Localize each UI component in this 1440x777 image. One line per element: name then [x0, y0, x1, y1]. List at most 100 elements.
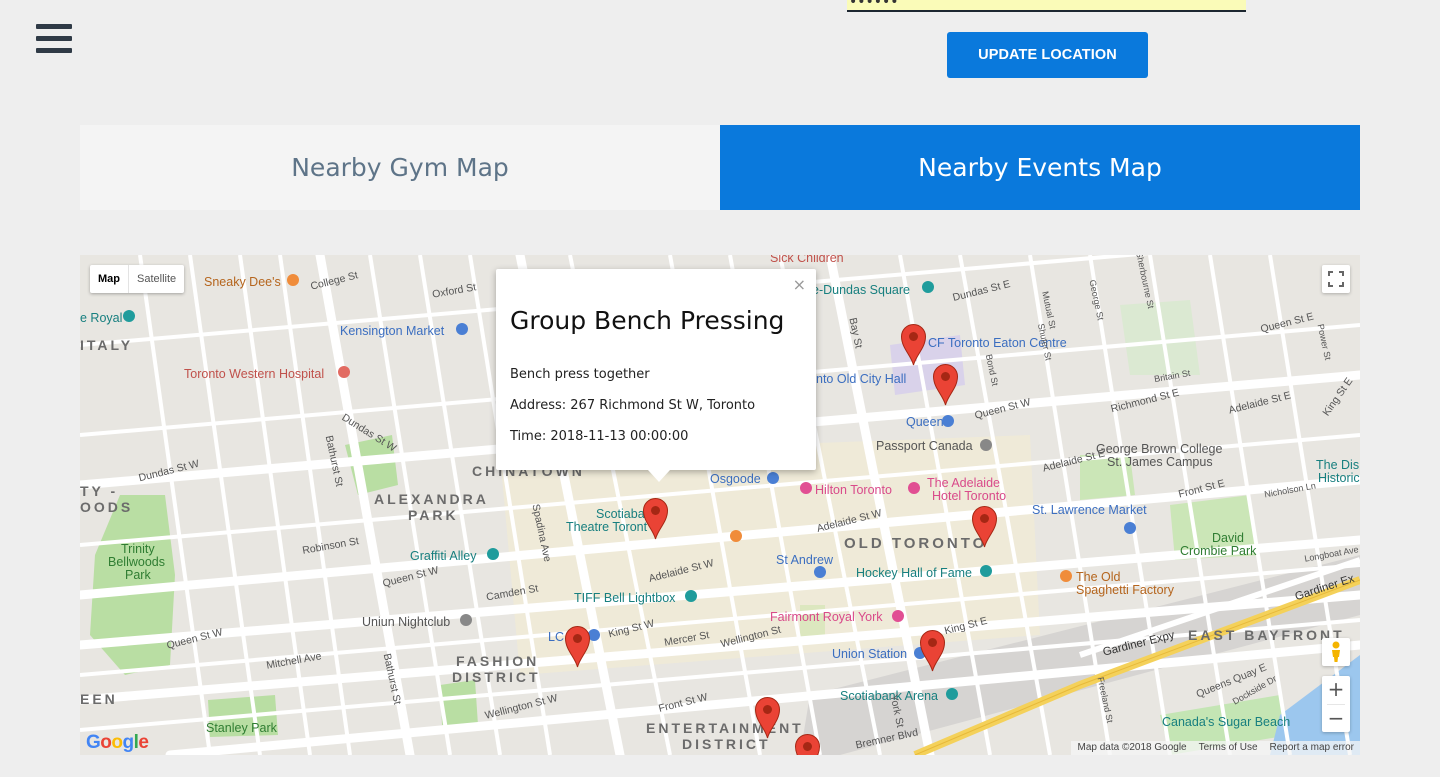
map-label: St. James Campus [1107, 455, 1213, 469]
event-marker[interactable] [919, 629, 946, 672]
map-label: ALEXANDRA [374, 491, 489, 507]
hotel-icon [892, 610, 904, 622]
map-label: PARK [408, 507, 459, 523]
map-label: ITALY [80, 337, 134, 353]
event-marker[interactable] [900, 323, 927, 366]
map-label: DISTRICT [452, 669, 541, 685]
map-label: David [1212, 531, 1244, 545]
event-address: Address: 267 Richmond St W, Toronto [510, 398, 756, 413]
event-info-window: × Group Bench Pressing Bench press toget… [496, 269, 816, 482]
event-marker[interactable] [642, 497, 669, 540]
map-label: OLD TORONTO [844, 535, 988, 552]
map-label: Bellwoods [108, 555, 165, 569]
map-label: Historic D [1318, 471, 1360, 485]
map-label: Fairmont Royal York [770, 610, 883, 624]
map-label: Sneaky Dee's [204, 275, 281, 289]
map-label: Crombie Park [1180, 544, 1257, 558]
event-marker[interactable] [794, 733, 821, 755]
attraction-icon [980, 565, 992, 577]
close-icon[interactable]: × [793, 275, 806, 294]
fullscreen-icon[interactable] [1322, 265, 1350, 293]
attraction-icon [123, 310, 135, 322]
map-data-credit: Map data ©2018 Google [1077, 742, 1187, 753]
report-map-error-link[interactable]: Report a map error [1264, 741, 1360, 755]
map-type-satellite-button[interactable]: Satellite [128, 265, 184, 293]
map-label: Uniun Nightclub [362, 615, 451, 629]
map-label: TY - [80, 483, 119, 499]
map-label: The Dis [1316, 458, 1360, 472]
update-location-button[interactable]: UPDATE LOCATION [947, 32, 1148, 78]
nightlife-icon [460, 614, 472, 626]
hamburger-menu-icon[interactable] [36, 24, 72, 54]
restaurant-icon [730, 530, 742, 542]
map-label: e Royal [80, 311, 123, 325]
zoom-in-button[interactable]: + [1322, 676, 1350, 704]
government-icon [980, 439, 992, 451]
map-label: Queen [906, 415, 944, 429]
map-type-map-button[interactable]: Map [90, 265, 128, 293]
map-label: Sick Children [770, 255, 844, 265]
map-label: EEN [80, 691, 118, 707]
events-map[interactable]: Sick Children e-Dundas Square Sneaky Dee… [80, 255, 1360, 755]
map-label: The Adelaide [927, 476, 1000, 490]
map-label: Canada's Sugar Beach [1162, 715, 1291, 729]
attraction-icon [685, 590, 697, 602]
zoom-out-button[interactable]: − [1322, 705, 1350, 733]
map-label: Hotel Toronto [932, 489, 1007, 503]
map-tabs: Nearby Gym Map Nearby Events Map [80, 125, 1360, 210]
event-title: Group Bench Pressing [510, 306, 785, 335]
map-label: LC [548, 630, 564, 644]
map-label: Hilton Toronto [815, 483, 892, 497]
shopping-icon [456, 323, 468, 335]
hospital-icon [338, 366, 350, 378]
map-label: Hockey Hall of Fame [856, 566, 973, 580]
map-label: The Old [1076, 570, 1121, 584]
map-label: Theatre Toront [566, 520, 648, 534]
map-label: nto Old City Hall [816, 372, 907, 386]
map-label: Park [125, 568, 151, 582]
event-time: Time: 2018-11-13 00:00:00 [510, 429, 689, 444]
map-label: Scotiaba [596, 507, 645, 521]
map-label: e-Dundas Square [812, 283, 910, 297]
event-marker[interactable] [932, 363, 959, 406]
info-window-tail [648, 470, 670, 482]
street-view-pegman-icon[interactable] [1322, 638, 1350, 666]
event-marker[interactable] [564, 625, 591, 668]
map-label: St. Lawrence Market [1032, 503, 1147, 517]
password-field[interactable] [847, 0, 1246, 12]
stadium-icon [946, 688, 958, 700]
tab-nearby-gym-map[interactable]: Nearby Gym Map [80, 125, 720, 210]
zoom-control: + − [1322, 676, 1350, 732]
map-label: Passport Canada [876, 439, 973, 453]
subway-icon [814, 566, 826, 578]
tab-nearby-events-map[interactable]: Nearby Events Map [720, 125, 1360, 210]
map-label: Kensington Market [340, 324, 445, 338]
event-marker[interactable] [971, 505, 998, 548]
terms-of-use-link[interactable]: Terms of Use [1193, 741, 1264, 755]
map-label: OODS [80, 499, 134, 515]
hotel-icon [800, 482, 812, 494]
google-logo: Google [86, 732, 149, 753]
map-label: Graffiti Alley [410, 549, 477, 563]
subway-icon [767, 472, 779, 484]
map-label: Stanley Park [206, 721, 277, 735]
map-label: Trinity [121, 542, 155, 556]
shopping-icon [1124, 522, 1136, 534]
map-label: Toronto Western Hospital [184, 367, 325, 381]
subway-icon [942, 415, 954, 427]
attraction-icon [922, 281, 934, 293]
map-label: St Andrew [776, 553, 833, 567]
map-label: Osgoode [710, 472, 761, 486]
map-attribution: Map data ©2018 Google Terms of Use Repor… [1071, 741, 1360, 755]
map-label: Union Station [832, 647, 908, 661]
attraction-icon [487, 548, 499, 560]
map-label: Spaghetti Factory [1076, 583, 1174, 597]
map-type-control: Map Satellite [90, 265, 185, 293]
event-marker[interactable] [754, 696, 781, 739]
restaurant-icon [287, 274, 299, 286]
map-label: George Brown College [1096, 442, 1223, 456]
restaurant-icon [1060, 570, 1072, 582]
hotel-icon [908, 482, 920, 494]
event-description: Bench press together [510, 367, 650, 382]
map-label: TIFF Bell Lightbox [574, 591, 676, 605]
